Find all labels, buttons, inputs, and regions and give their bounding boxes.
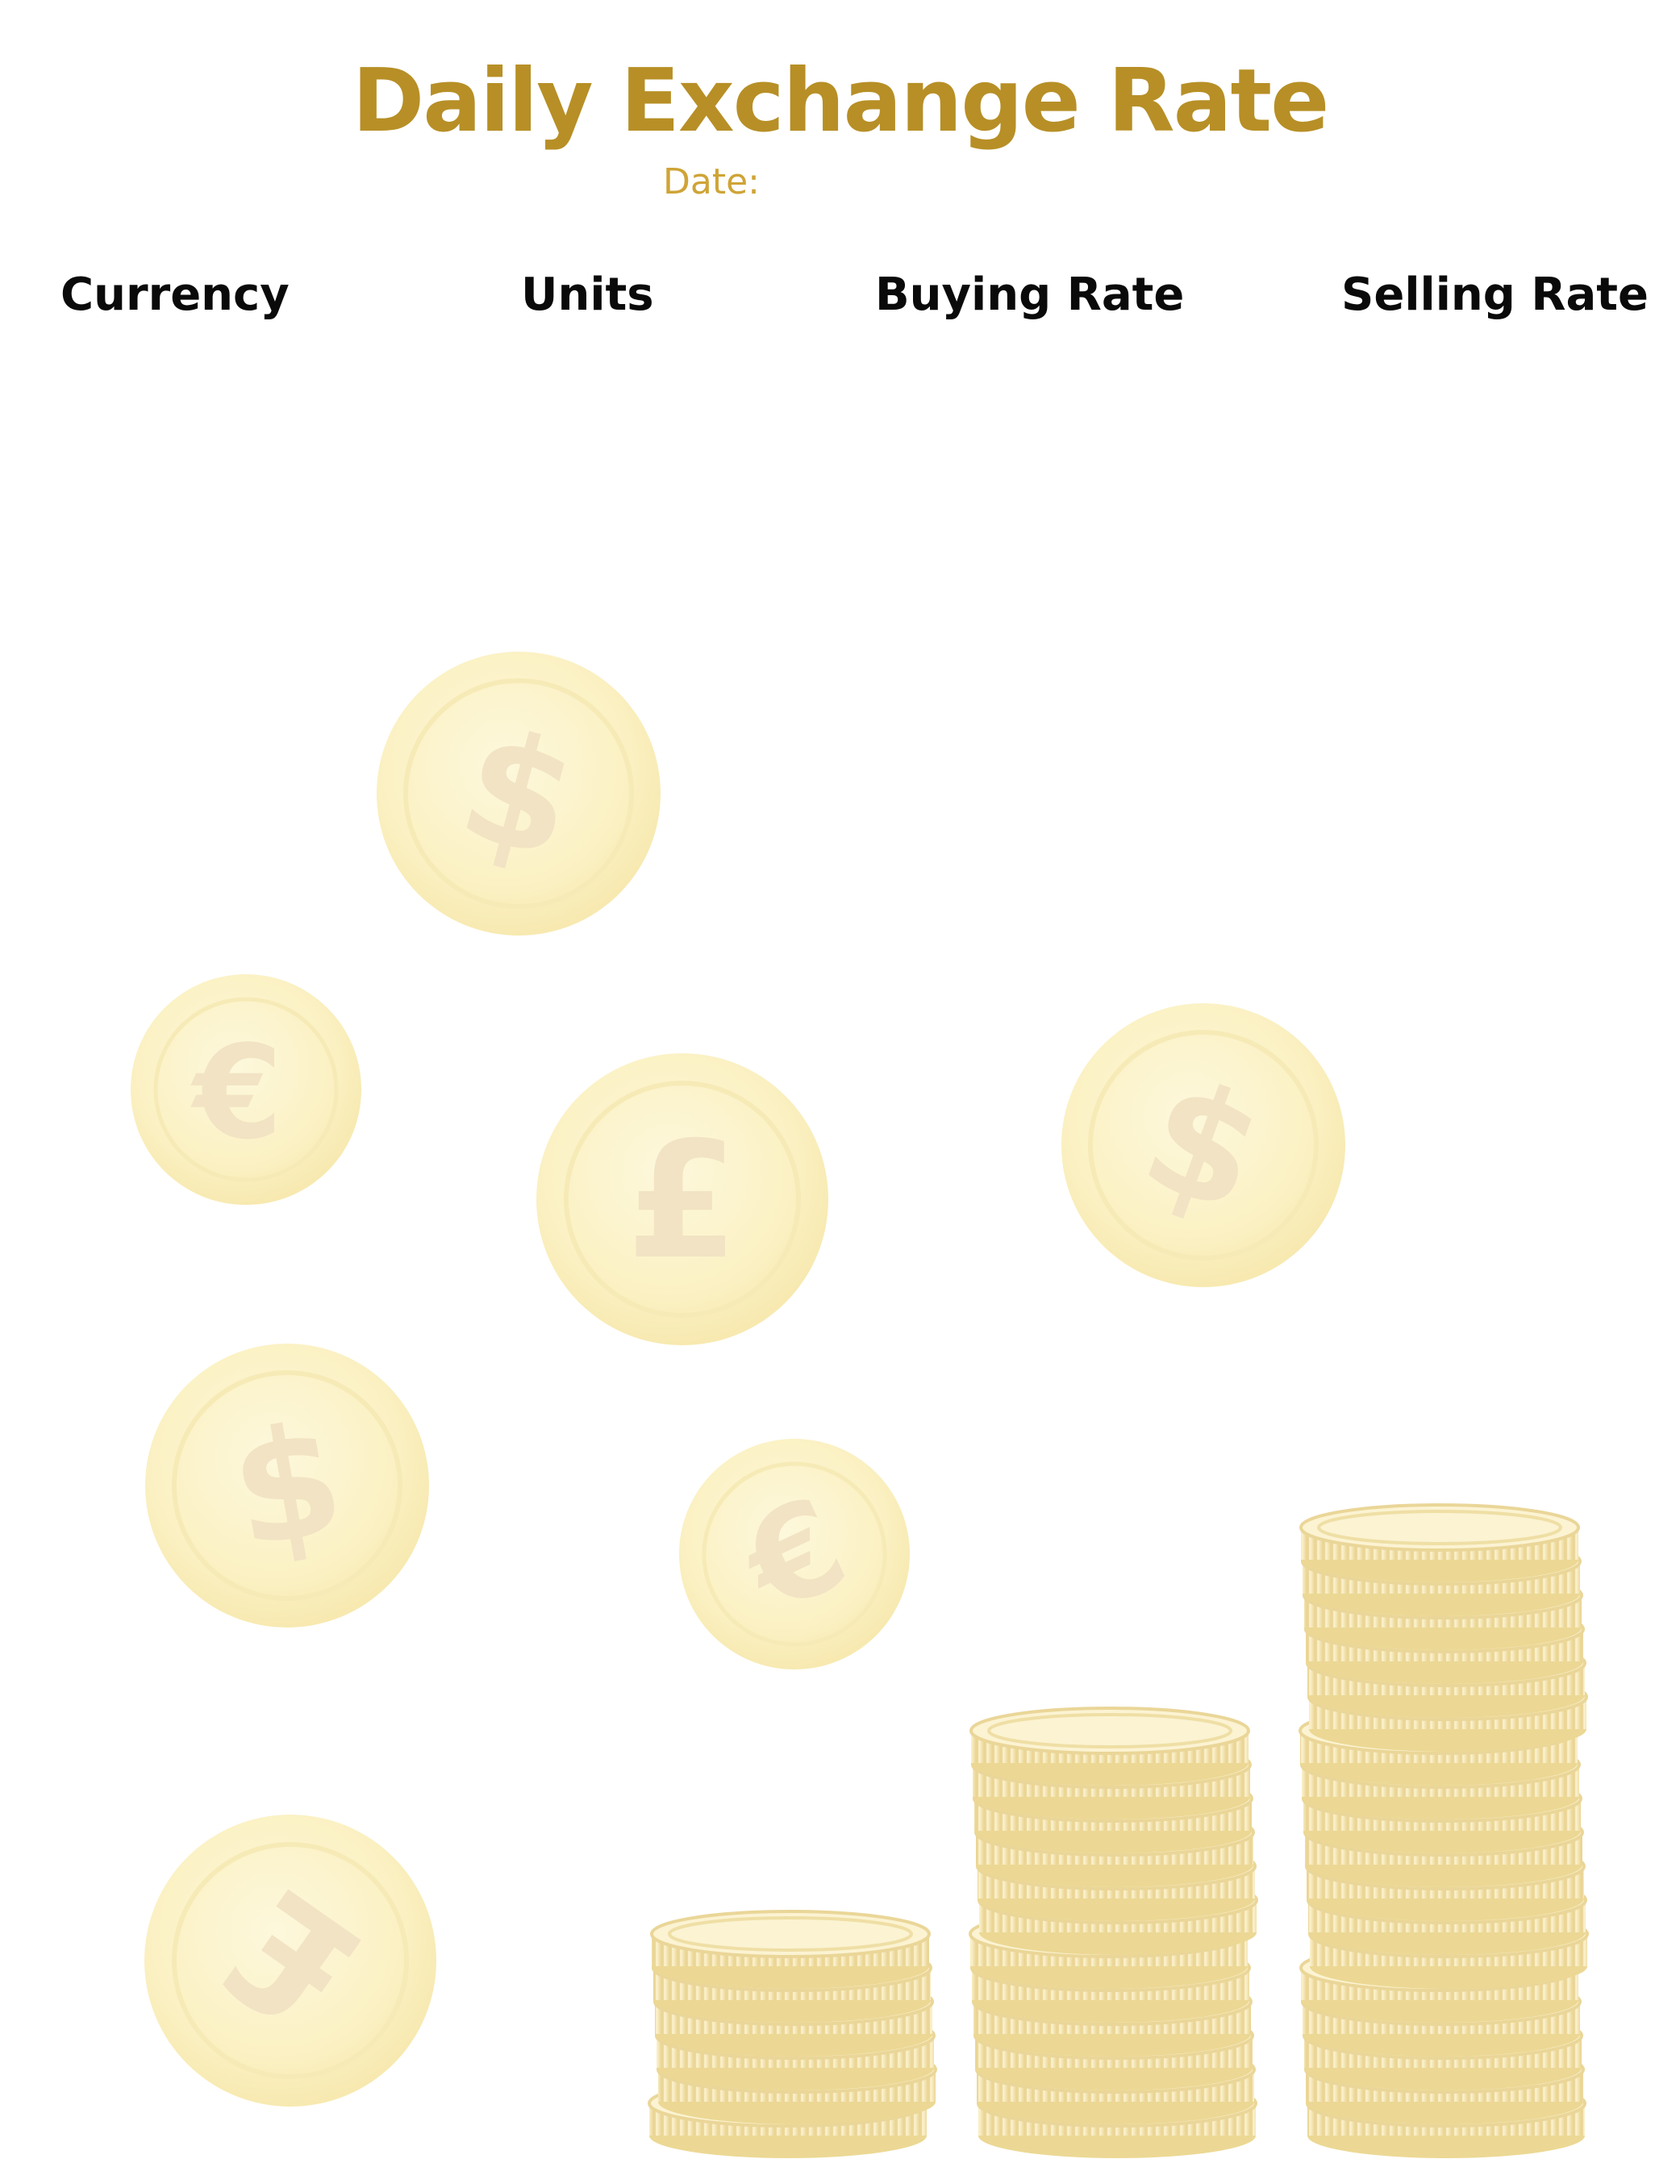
pound-coin-icon: £ <box>144 1815 436 2107</box>
euro-coin-icon: € <box>131 974 361 1205</box>
coin-stack-icon <box>1299 1503 1589 2158</box>
dollar-coin-icon: $ <box>377 652 661 936</box>
coins-background-art: $ € £ $ $ € £ <box>131 652 1589 2158</box>
coin-stack-icon <box>969 1707 1258 2158</box>
coin-stack-icon <box>648 1910 937 2158</box>
euro-coin-icon: € <box>679 1439 910 1669</box>
coin-symbol: € <box>190 1017 282 1168</box>
exchange-rate-sheet: Daily Exchange Rate Date: Currency Units… <box>0 0 1680 2184</box>
pound-coin-icon: £ <box>536 1053 828 1345</box>
dollar-coin-icon: $ <box>1061 1003 1345 1287</box>
coin-symbol: £ <box>626 1107 738 1295</box>
dollar-coin-icon: $ <box>145 1344 429 1628</box>
